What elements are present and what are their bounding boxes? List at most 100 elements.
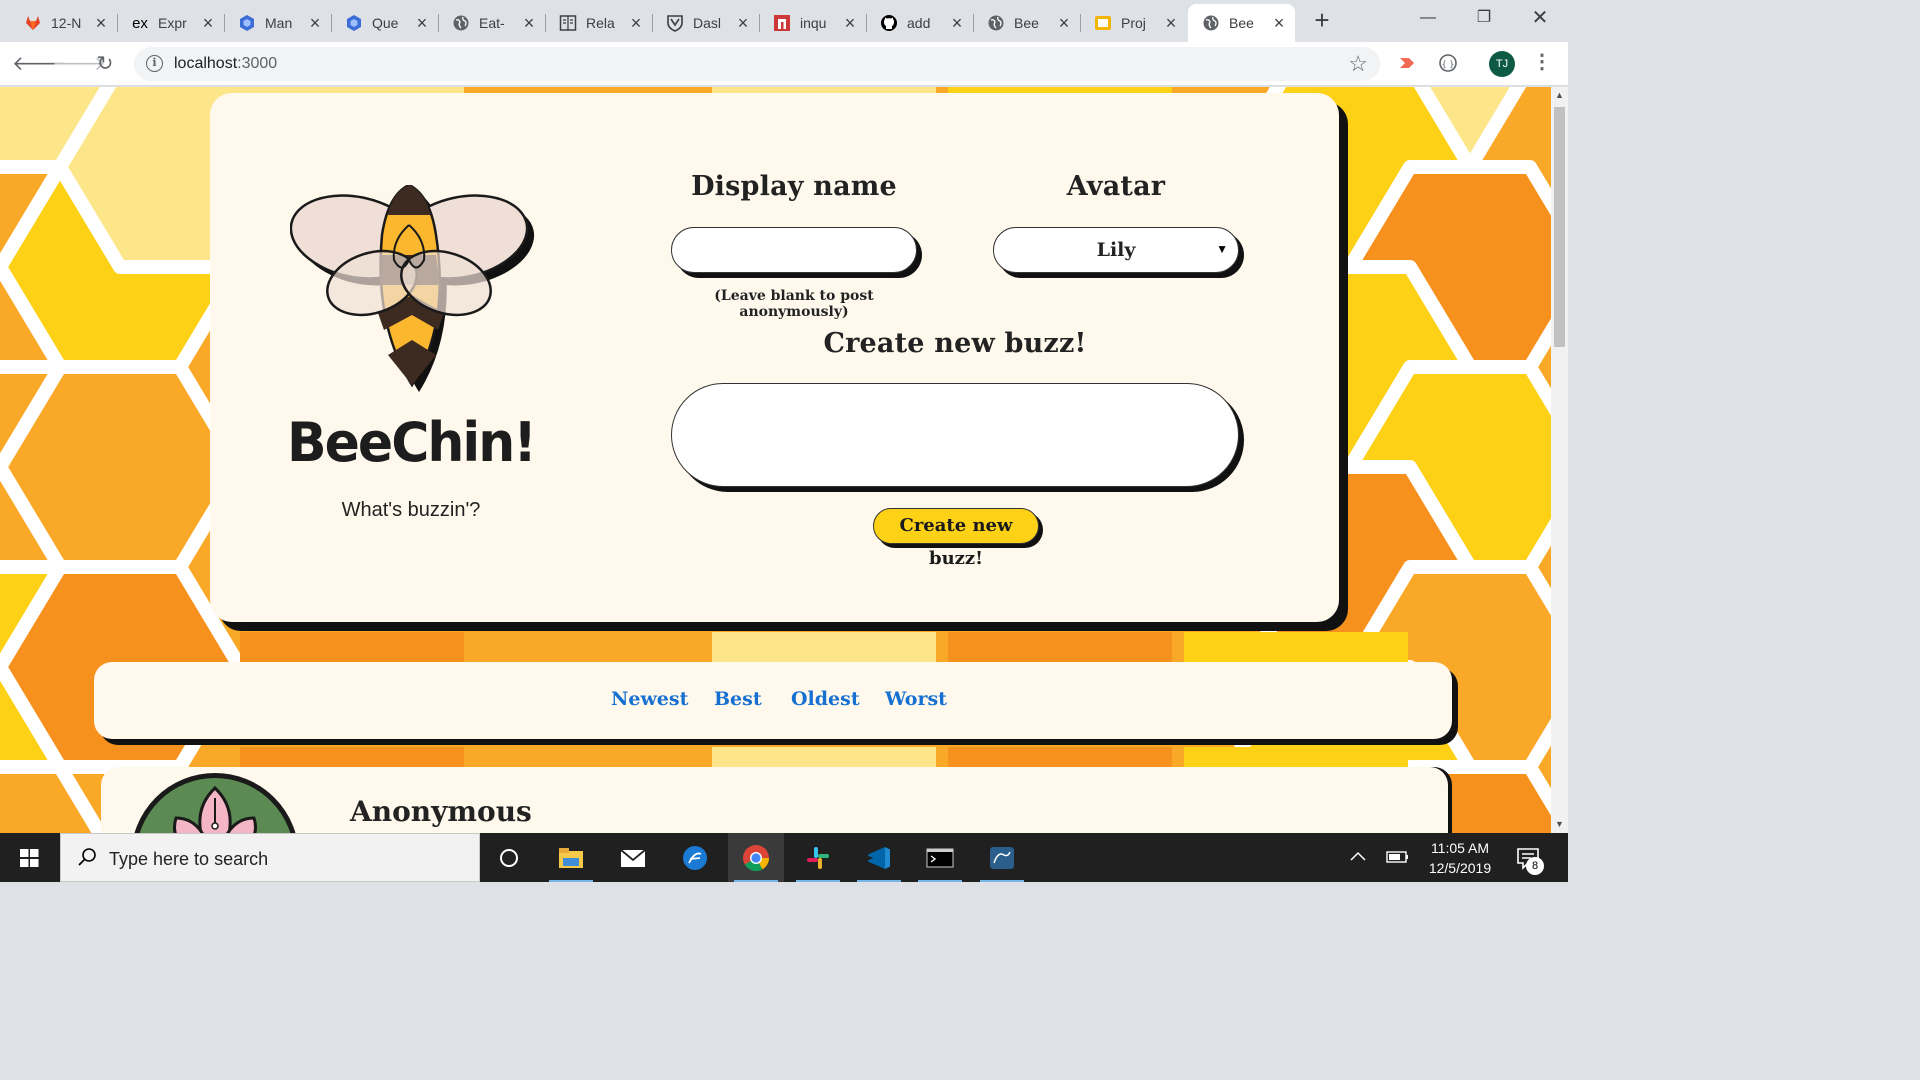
clock-time: 11:05 AM: [1430, 840, 1490, 856]
browser-tab[interactable]: ex Expr ×: [117, 4, 224, 42]
sort-oldest-link[interactable]: Oldest: [791, 688, 860, 710]
tab-title: Eat-: [479, 15, 505, 31]
tab-title: Expr: [158, 15, 187, 31]
tab-title: Man: [265, 15, 293, 31]
page-scrollbar[interactable]: ▲ ▼: [1551, 87, 1568, 833]
forward-button[interactable]: 🡒: [52, 50, 106, 78]
tab-title: Rela: [586, 15, 615, 31]
search-placeholder: Type here to search: [109, 849, 269, 869]
mysql-workbench-icon[interactable]: [974, 833, 1030, 882]
close-tab-icon[interactable]: ×: [414, 14, 430, 32]
tab-title: Que: [372, 15, 399, 31]
buzz-textarea[interactable]: [671, 383, 1239, 487]
cube-icon: [345, 14, 363, 32]
scroll-up-arrow-icon[interactable]: ▲: [1551, 87, 1568, 104]
reload-button[interactable]: ↻: [91, 50, 119, 78]
avatar-select[interactable]: Lily ▼: [993, 227, 1239, 273]
battery-icon[interactable]: [1386, 849, 1410, 898]
notification-count-badge: 8: [1526, 857, 1544, 875]
new-tab-button[interactable]: +: [1308, 6, 1336, 34]
browser-tab[interactable]: Eat- ×: [438, 4, 545, 42]
sort-best-link[interactable]: Best: [714, 688, 762, 710]
browser-tab-strip: 12-N × ex Expr × Man × Que × Eat- × Rela…: [0, 0, 1568, 42]
windows-logo-icon: [20, 849, 39, 867]
scroll-thumb[interactable]: [1554, 107, 1565, 347]
globe-icon: [452, 14, 470, 32]
close-tab-icon[interactable]: ×: [1056, 14, 1072, 32]
browser-tab[interactable]: Rela ×: [545, 4, 652, 42]
search-icon: [77, 847, 97, 873]
display-name-input[interactable]: [671, 227, 917, 273]
extension-circle-icon[interactable]: { }: [1436, 52, 1460, 76]
create-buzz-button[interactable]: Create new buzz!: [873, 508, 1039, 569]
post-author: Anonymous: [350, 795, 532, 828]
chrome-icon[interactable]: [728, 833, 784, 882]
browser-tab[interactable]: add ×: [866, 4, 973, 42]
close-tab-icon[interactable]: ×: [628, 14, 644, 32]
terminal-icon[interactable]: [912, 833, 968, 882]
sort-card: Newest Best Oldest Worst: [94, 662, 1452, 739]
vscode-icon[interactable]: [851, 833, 907, 882]
bookmark-star-icon[interactable]: ☆: [1348, 51, 1368, 77]
browser-tab[interactable]: Bee ×: [973, 4, 1080, 42]
url-text: localhost:3000: [174, 55, 277, 73]
mail-icon[interactable]: [605, 833, 661, 882]
task-view-icon[interactable]: [481, 833, 537, 882]
sort-worst-link[interactable]: Worst: [885, 688, 947, 710]
tab-title: Bee: [1014, 15, 1039, 31]
close-tab-icon[interactable]: ×: [842, 14, 858, 32]
extension-cast-icon[interactable]: [1396, 52, 1420, 76]
npm-icon: [773, 14, 791, 32]
browser-tab[interactable]: Proj ×: [1080, 4, 1187, 42]
sort-newest-link[interactable]: Newest: [611, 688, 688, 710]
close-tab-icon[interactable]: ×: [200, 14, 216, 32]
system-clock[interactable]: 11:05 AM 12/5/2019: [1410, 838, 1510, 878]
display-name-label: Display name: [691, 171, 897, 202]
scroll-down-arrow-icon[interactable]: ▼: [1551, 816, 1568, 833]
tab-title: Bee: [1229, 15, 1254, 31]
tab-title: add: [907, 15, 931, 31]
file-explorer-icon[interactable]: [543, 833, 599, 882]
close-window-button[interactable]: ✕: [1512, 0, 1568, 36]
address-bar[interactable]: i localhost:3000 ☆: [134, 47, 1380, 81]
profile-avatar[interactable]: TJ: [1489, 51, 1515, 77]
back-button[interactable]: 🡐: [12, 50, 66, 78]
express-icon: ex: [132, 14, 148, 32]
display-name-hint: (Leave blank to post anonymously): [714, 288, 874, 320]
close-tab-icon[interactable]: ×: [949, 14, 965, 32]
browser-tab[interactable]: Dasl ×: [652, 4, 759, 42]
browser-toolbar: 🡐 🡒 ↻ i localhost:3000 ☆ { }: [0, 42, 1568, 86]
close-tab-icon[interactable]: ×: [735, 14, 751, 32]
close-tab-icon[interactable]: ×: [307, 14, 323, 32]
brand-tagline: What's buzzin'?: [341, 499, 481, 521]
tab-title: Dasl: [693, 15, 722, 31]
start-button[interactable]: [0, 833, 60, 882]
dropdown-arrow-icon: ▼: [1216, 242, 1228, 256]
post-card: Anonymous: [101, 767, 1448, 833]
browser-tab[interactable]: Man ×: [224, 4, 331, 42]
browser-tab[interactable]: Que ×: [331, 4, 438, 42]
brand-title: BeeChin!: [287, 411, 537, 475]
close-tab-icon[interactable]: ×: [521, 14, 537, 32]
app-blue-icon[interactable]: [667, 833, 723, 882]
book-icon: [559, 14, 577, 32]
browser-menu-icon[interactable]: ⋮: [1532, 52, 1552, 72]
browser-tab-active[interactable]: Bee ×: [1188, 4, 1295, 42]
browser-tab[interactable]: 12-N ×: [10, 4, 117, 42]
create-buzz-label: Create new buzz!: [823, 328, 1087, 359]
bee-logo-icon: [290, 185, 535, 392]
tab-title: inqu: [800, 15, 827, 31]
lily-flower-icon: [173, 785, 257, 833]
cube-icon: [238, 14, 256, 32]
slack-icon[interactable]: [790, 833, 846, 882]
taskbar-search-input[interactable]: Type here to search: [60, 833, 480, 882]
close-tab-icon[interactable]: ×: [1163, 14, 1179, 32]
close-tab-icon[interactable]: ×: [93, 14, 109, 32]
tray-chevron-icon[interactable]: [1348, 847, 1368, 896]
svg-text:{ }: { }: [1442, 60, 1455, 69]
browser-tab[interactable]: inqu ×: [759, 4, 866, 42]
restore-window-button[interactable]: ❐: [1456, 0, 1512, 36]
info-icon[interactable]: i: [146, 55, 163, 72]
minimize-window-button[interactable]: —: [1400, 0, 1456, 36]
close-tab-icon[interactable]: ×: [1271, 14, 1287, 32]
